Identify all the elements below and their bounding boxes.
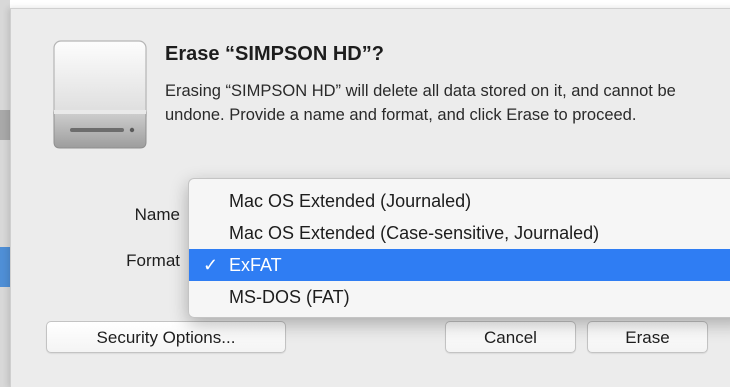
- dialog-title: Erase “SIMPSON HD”?: [165, 43, 384, 65]
- background-selection-strip: [0, 247, 10, 287]
- dialog-message: Erasing “SIMPSON HD” will delete all dat…: [165, 82, 676, 124]
- screen: Erase “SIMPSON HD”? Erasing “SIMPSON HD”…: [0, 0, 730, 387]
- menu-item-label: MS-DOS (FAT): [229, 287, 350, 307]
- menu-item-label: Mac OS Extended (Case-sensitive, Journal…: [229, 223, 600, 243]
- menu-item-mac-os-extended-case-sensitive[interactable]: Mac OS Extended (Case-sensitive, Journal…: [189, 217, 730, 249]
- menu-item-label: ExFAT: [229, 255, 282, 275]
- security-options-button[interactable]: Security Options...: [46, 321, 286, 353]
- cancel-button[interactable]: Cancel: [445, 321, 576, 353]
- checkmark-icon: ✓: [203, 255, 219, 275]
- menu-item-exfat[interactable]: ✓ ExFAT: [189, 249, 730, 281]
- format-label: Format: [126, 251, 180, 270]
- menu-item-mac-os-extended-journaled[interactable]: Mac OS Extended (Journaled): [189, 185, 730, 217]
- name-label: Name: [134, 205, 180, 224]
- external-disk-icon: [53, 40, 147, 149]
- background-window-edge: [0, 0, 10, 387]
- erase-button[interactable]: Erase: [587, 321, 708, 353]
- menu-item-label: Mac OS Extended (Journaled): [229, 191, 472, 211]
- menu-item-ms-dos-fat[interactable]: MS-DOS (FAT): [189, 281, 730, 313]
- format-popup-menu: Mac OS Extended (Journaled) Mac OS Exten…: [188, 178, 730, 318]
- background-window-marks: [0, 110, 10, 140]
